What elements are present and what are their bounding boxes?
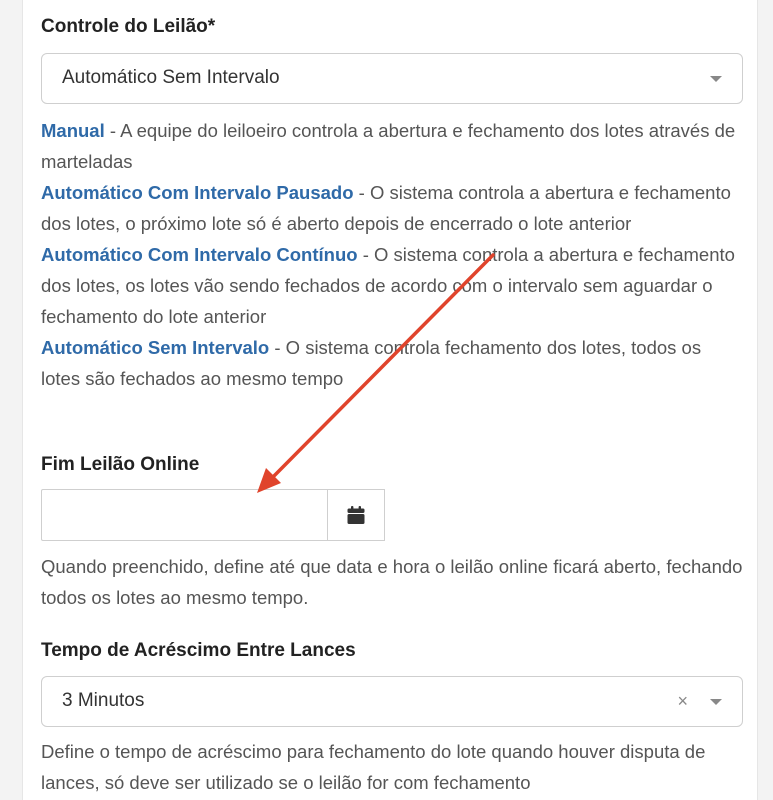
tempo-acrescimo-label: Tempo de Acréscimo Entre Lances (41, 640, 356, 661)
help-option-name: Manual (41, 120, 105, 141)
help-item-manual: Manual - A equipe do leiloeiro controla … (41, 115, 745, 177)
help-option-name: Automático Com Intervalo Contínuo (41, 244, 358, 265)
tempo-acrescimo-selected-value: 3 Minutos (62, 690, 145, 711)
clear-icon[interactable]: × (677, 690, 688, 712)
help-option-name: Automático Sem Intervalo (41, 337, 270, 358)
help-item-intervalo-continuo: Automático Com Intervalo Contínuo - O si… (41, 239, 745, 332)
calendar-icon (347, 506, 365, 524)
form-panel: Controle do Leilão* Automático Sem Inter… (22, 0, 758, 800)
controle-select[interactable]: Automático Sem Intervalo (41, 53, 743, 104)
fim-leilao-input[interactable] (41, 489, 327, 541)
fim-leilao-help: Quando preenchido, define até que data e… (41, 556, 743, 608)
help-option-desc: - A equipe do leiloeiro controla a abert… (41, 120, 736, 172)
tempo-acrescimo-select[interactable]: 3 Minutos × (41, 676, 743, 727)
chevron-down-icon[interactable] (710, 76, 722, 82)
chevron-down-icon[interactable] (710, 699, 722, 705)
controle-selected-value: Automático Sem Intervalo (62, 67, 280, 88)
fim-leilao-label: Fim Leilão Online (41, 454, 200, 475)
calendar-button[interactable] (327, 489, 385, 541)
help-item-sem-intervalo: Automático Sem Intervalo - O sistema con… (41, 332, 745, 394)
tempo-acrescimo-help: Define o tempo de acréscimo para fechame… (41, 741, 706, 793)
controle-label: Controle do Leilão* (41, 16, 216, 37)
fim-leilao-datepicker (41, 489, 385, 541)
help-option-name: Automático Com Intervalo Pausado (41, 182, 354, 203)
controle-help: Manual - A equipe do leiloeiro controla … (41, 115, 745, 394)
help-item-intervalo-pausado: Automático Com Intervalo Pausado - O sis… (41, 177, 745, 239)
